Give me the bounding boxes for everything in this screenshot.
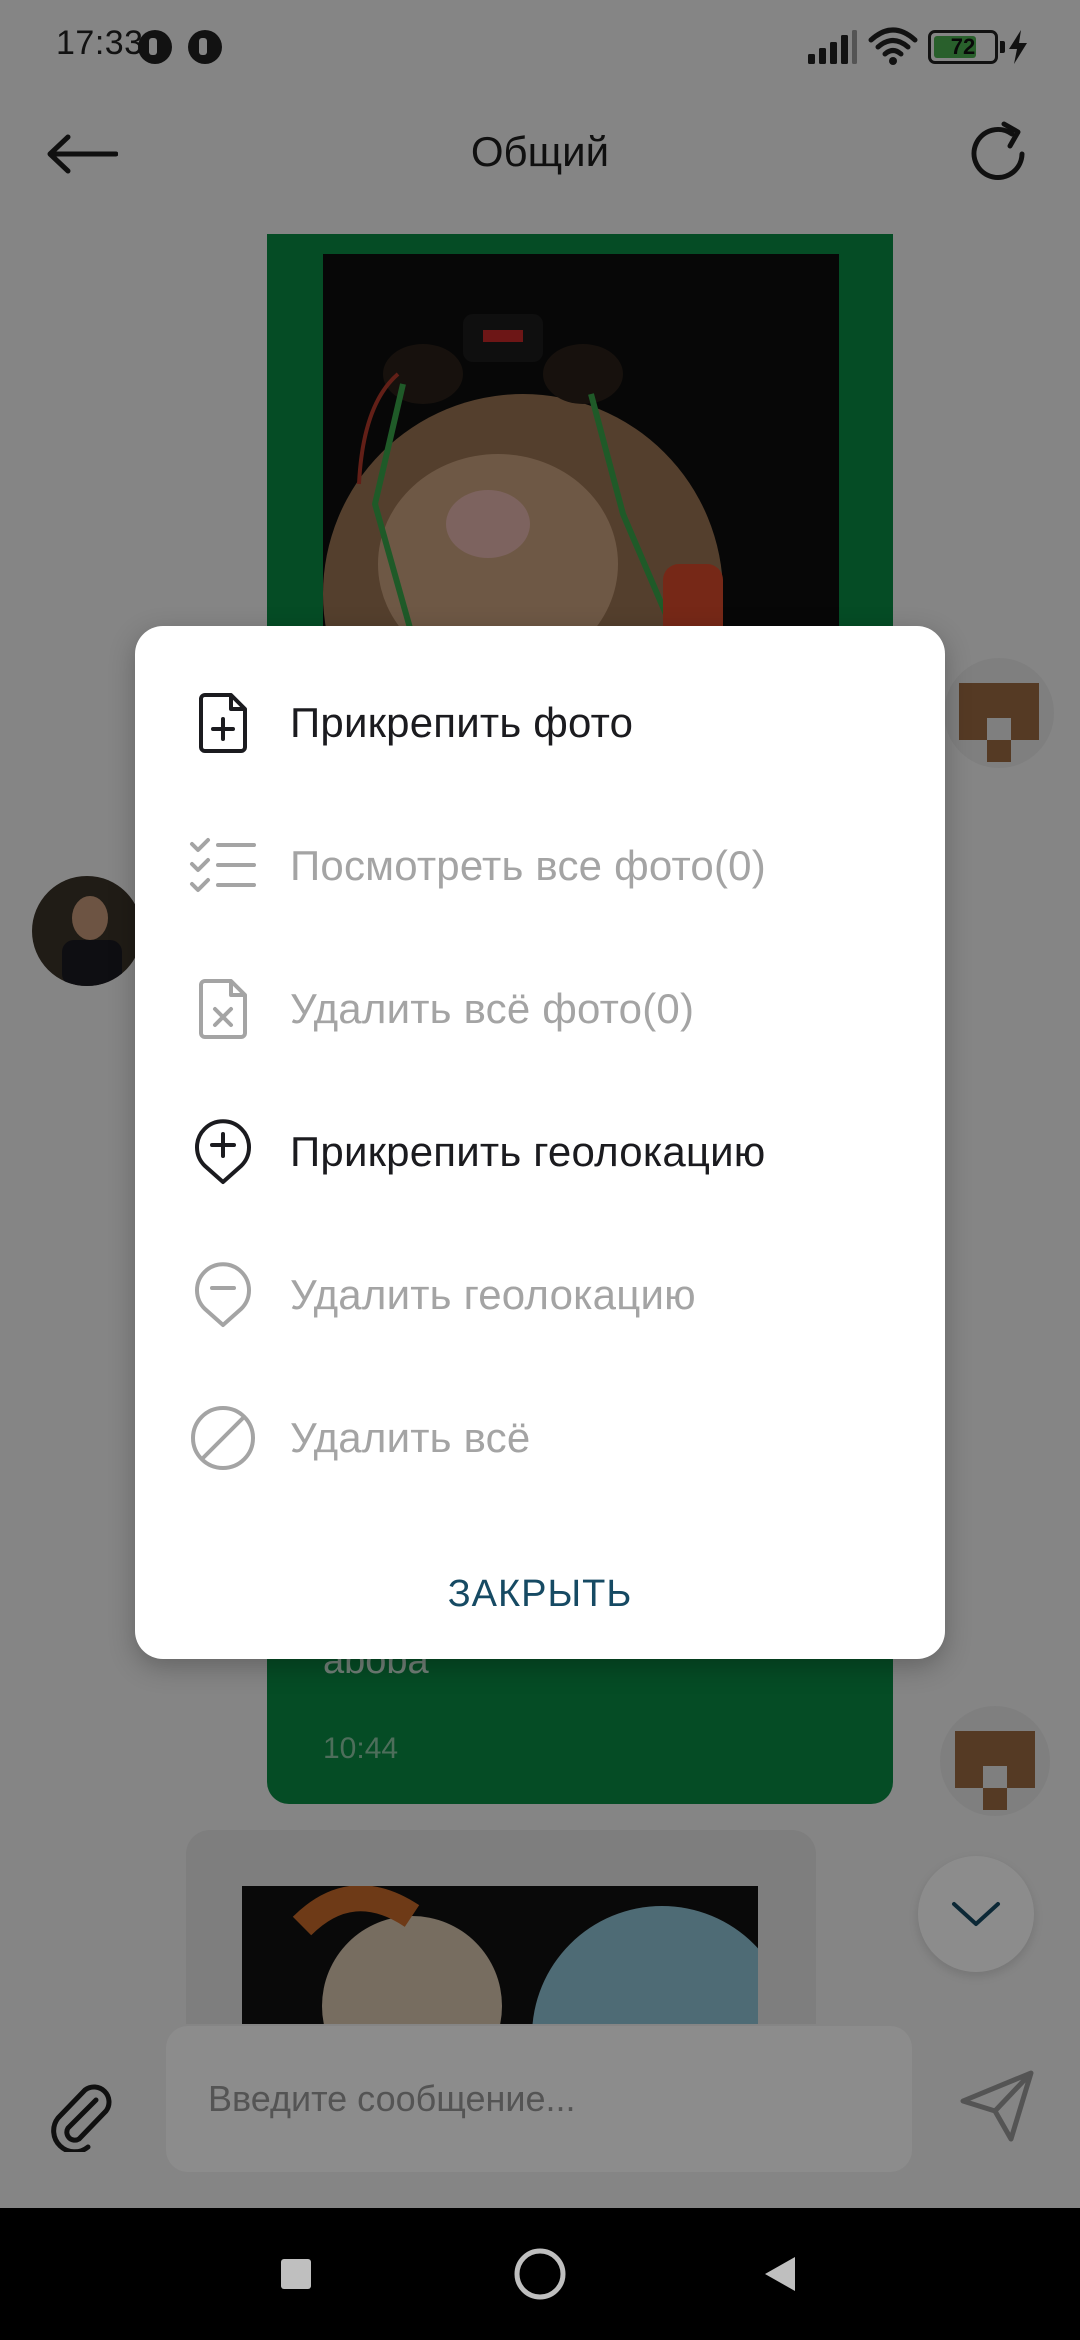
back-nav-button[interactable] — [740, 2234, 820, 2314]
menu-item-view-all-photos: Посмотреть все фото(0) — [135, 794, 945, 937]
checklist-icon — [187, 830, 259, 902]
file-remove-icon — [187, 973, 259, 1045]
close-button[interactable]: ЗАКРЫТЬ — [425, 1556, 655, 1632]
file-plus-icon — [187, 687, 259, 759]
location-plus-icon — [187, 1116, 259, 1188]
menu-item-label: Удалить геолокацию — [290, 1270, 696, 1318]
menu-item-delete-location: Удалить геолокацию — [135, 1223, 945, 1366]
menu-item-attach-location[interactable]: Прикрепить геолокацию — [135, 1080, 945, 1223]
menu-item-label: Прикрепить фото — [290, 698, 634, 746]
menu-item-label: Посмотреть все фото(0) — [290, 841, 766, 889]
attachments-dialog: Прикрепить фото Посмотреть все фото(0) У… — [135, 626, 945, 1659]
menu-item-delete-all: Удалить всё — [135, 1366, 945, 1509]
recents-button[interactable] — [256, 2234, 336, 2314]
menu-item-delete-all-photos: Удалить всё фото(0) — [135, 937, 945, 1080]
menu-item-label: Удалить всё — [290, 1413, 531, 1461]
square-icon — [281, 2259, 311, 2289]
triangle-back-icon — [765, 2257, 795, 2291]
menu-item-attach-photo[interactable]: Прикрепить фото — [135, 651, 945, 794]
block-icon — [187, 1402, 259, 1474]
location-minus-icon — [187, 1259, 259, 1331]
menu-item-label: Прикрепить геолокацию — [290, 1127, 766, 1175]
circle-icon — [514, 2248, 566, 2300]
system-navigation-bar — [0, 2208, 1080, 2340]
menu-item-label: Удалить всё фото(0) — [290, 984, 695, 1032]
home-button[interactable] — [500, 2234, 580, 2314]
